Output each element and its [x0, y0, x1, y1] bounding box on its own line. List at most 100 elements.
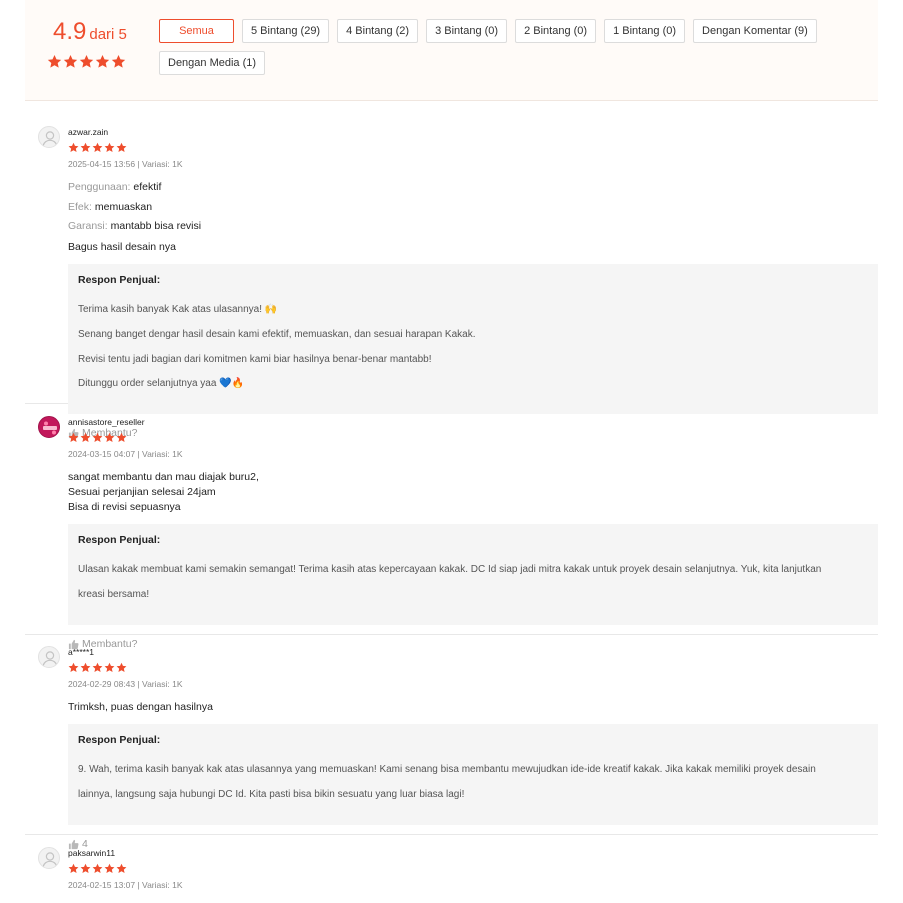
star-icon — [80, 863, 91, 874]
star-icon — [92, 662, 103, 673]
average-rating: 4.9 dari 5 — [53, 18, 127, 46]
star-icon — [80, 142, 91, 153]
seller-response-title: Respon Penjual: — [78, 734, 161, 746]
review-filter-group: Semua 5 Bintang (29) 4 Bintang (2) 3 Bin… — [159, 19, 859, 75]
review-comment: Bagus hasil desain nya — [68, 240, 176, 253]
seller-response-line: Ditunggu order selanjutnya yaa 💙🔥 — [78, 378, 245, 390]
attribute-value: memuaskan — [94, 200, 153, 213]
filter-with-comment-button[interactable]: Dengan Komentar (9) — [693, 19, 817, 43]
seller-response-line: kreasi bersama! — [78, 589, 150, 601]
review-username[interactable]: a*****1 — [68, 646, 878, 658]
review-body: paksarwin11 2024-02-15 13:07 | Variasi: … — [68, 847, 878, 890]
review-body: azwar.zain 2025-04-15 13:56 | Variasi: 1… — [68, 126, 878, 439]
filter-with-media-button[interactable]: Dengan Media (1) — [159, 51, 266, 75]
star-icon — [68, 432, 79, 443]
star-icon — [104, 863, 115, 874]
rating-summary-panel: 4.9 dari 5 Semua 5 Bintang (29) 4 Bintang… — [25, 0, 878, 101]
seller-response-text: Ulasan kakak membuat kami semakin semang… — [78, 552, 868, 614]
star-icon — [116, 432, 127, 443]
review-comment-line: sangat membantu dan mau diajak buru2, — [68, 471, 259, 483]
user-avatar-icon[interactable] — [38, 126, 60, 148]
average-score-of: dari 5 — [89, 26, 127, 43]
review-attribute: Penggunaan: efektif — [68, 181, 878, 194]
review-comment: sangat membantu dan mau diajak buru2, Se… — [68, 470, 878, 515]
seller-response-title: Respon Penjual: — [78, 273, 161, 286]
filter-5-star-button[interactable]: 5 Bintang (29) — [242, 19, 330, 43]
seller-response-line: lainnya, langsung saja hubungi DC Id. Ki… — [78, 789, 465, 801]
seller-response: Respon Penjual: Terima kasih banyak Kak … — [68, 263, 878, 415]
star-icon — [68, 662, 79, 673]
seller-response-text: 9. Wah, terima kasih banyak kak atas ula… — [78, 752, 868, 814]
review-comment-line: Bisa di revisi sepuasnya — [68, 501, 181, 513]
review-date-variant: 2024-03-15 04:07 | Variasi: 1K — [68, 449, 183, 459]
seller-response-line: Revisi tentu jadi bagian dari komitmen k… — [78, 353, 432, 365]
review-item: a*****1 2024-02-29 08:43 | Variasi: 1K T… — [25, 646, 878, 850]
star-icon — [68, 863, 79, 874]
review-body: a*****1 2024-02-29 08:43 | Variasi: 1K T… — [68, 646, 878, 850]
review-body: annisastore_reseller 2024-03-15 04:07 | … — [68, 416, 878, 650]
review-item: paksarwin11 2024-02-15 13:07 | Variasi: … — [25, 847, 878, 903]
review-rating-stars — [68, 662, 878, 673]
star-icon — [104, 142, 115, 153]
review-username[interactable]: annisastore_reseller — [68, 416, 878, 428]
seller-response: Respon Penjual: 9. Wah, terima kasih ban… — [68, 724, 878, 826]
star-icon — [116, 142, 127, 153]
star-icon — [104, 662, 115, 673]
seller-response-line: 9. Wah, terima kasih banyak kak atas ula… — [78, 764, 816, 776]
user-avatar-icon[interactable] — [38, 646, 60, 668]
filter-2-star-button[interactable]: 2 Bintang (0) — [515, 19, 597, 43]
filter-1-star-button[interactable]: 1 Bintang (0) — [604, 19, 686, 43]
star-icon — [92, 863, 103, 874]
attribute-key: Efek: — [68, 200, 92, 213]
seller-response-line: Senang banget dengar hasil desain kami e… — [78, 328, 476, 340]
seller-response-title: Respon Penjual: — [78, 534, 161, 546]
seller-response-text: Terima kasih banyak Kak atas ulasannya! … — [78, 292, 868, 404]
star-icon — [68, 142, 79, 153]
store-avatar-image — [39, 417, 59, 437]
filter-all-button[interactable]: Semua — [159, 19, 234, 43]
review-username[interactable]: paksarwin11 — [68, 847, 878, 859]
user-avatar-placeholder — [39, 647, 60, 668]
review-date-variant: 2025-04-15 13:56 | Variasi: 1K — [68, 159, 183, 169]
star-icon — [79, 54, 94, 69]
star-icon — [95, 54, 110, 69]
review-date-variant: 2024-02-29 08:43 | Variasi: 1K — [68, 679, 183, 689]
star-icon — [116, 863, 127, 874]
star-icon — [116, 662, 127, 673]
review-attribute: Garansi: mantabb bisa revisi — [68, 220, 878, 233]
review-item: annisastore_reseller 2024-03-15 04:07 | … — [25, 416, 878, 650]
seller-response: Respon Penjual: Ulasan kakak membuat kam… — [68, 524, 878, 626]
review-rating-stars — [68, 432, 878, 443]
star-icon — [63, 54, 78, 69]
user-avatar-icon[interactable] — [38, 416, 60, 438]
user-avatar-placeholder — [39, 127, 60, 148]
review-username[interactable]: azwar.zain — [68, 126, 878, 138]
review-attribute: Efek: memuaskan — [68, 201, 878, 214]
seller-response-line: Terima kasih banyak Kak atas ulasannya! … — [78, 303, 278, 315]
review-comment: Trimksh, puas dengan hasilnya — [68, 701, 213, 713]
star-icon — [80, 432, 91, 443]
attribute-key: Penggunaan: — [68, 181, 131, 193]
star-icon — [111, 54, 126, 69]
average-rating-stars — [47, 54, 126, 69]
review-rating-stars — [68, 863, 878, 874]
user-avatar-placeholder — [39, 848, 60, 869]
star-icon — [47, 54, 62, 69]
attribute-key: Garansi: — [68, 220, 108, 232]
review-comment-line: Sesuai perjanjian selesai 24jam — [68, 486, 216, 498]
attribute-value: efektif — [133, 181, 162, 193]
user-avatar-icon[interactable] — [38, 847, 60, 869]
star-icon — [92, 432, 103, 443]
filter-3-star-button[interactable]: 3 Bintang (0) — [426, 19, 508, 43]
star-icon — [80, 662, 91, 673]
review-date-variant: 2024-02-15 13:07 | Variasi: 1K — [68, 880, 183, 890]
star-icon — [104, 432, 115, 443]
seller-response-line: Ulasan kakak membuat kami semakin semang… — [78, 564, 822, 576]
star-icon — [92, 142, 103, 153]
review-rating-stars — [68, 142, 878, 153]
review-item: azwar.zain 2025-04-15 13:56 | Variasi: 1… — [25, 126, 878, 439]
average-score: 4.9 — [53, 18, 87, 45]
attribute-value: mantabb bisa revisi — [110, 220, 202, 232]
review-attributes: Penggunaan: efektif Efek: memuaskan Gara… — [68, 181, 878, 233]
filter-4-star-button[interactable]: 4 Bintang (2) — [337, 19, 419, 43]
